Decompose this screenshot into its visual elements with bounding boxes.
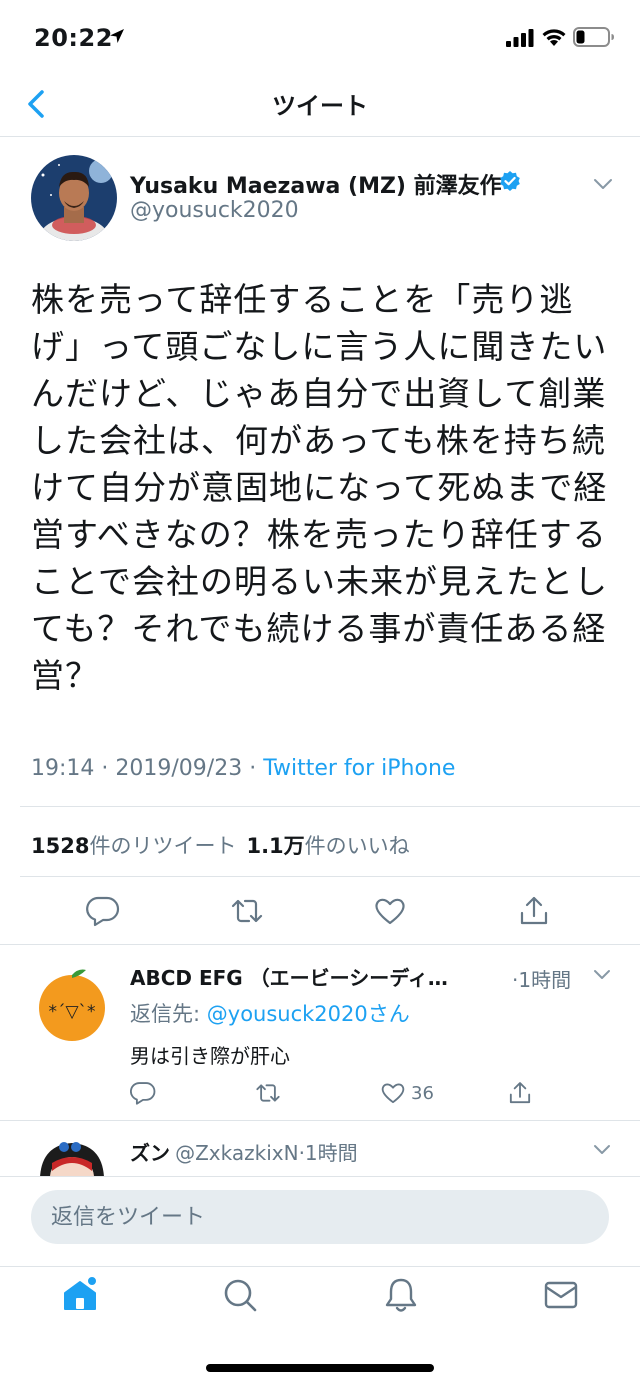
tweet-text: 株を売って辞任することを「売り逃げ」って頭ごなしに言う人に聞きたいんだけど、じゃ… (31, 280, 609, 695)
reply-avatar[interactable]: *´▽`* (34, 966, 110, 1042)
like-count: 1.1万 (246, 834, 305, 858)
header-divider (0, 136, 640, 137)
reply-input[interactable] (31, 1190, 609, 1244)
status-time: 20:22 (34, 24, 113, 52)
wifi-icon (542, 29, 566, 46)
tweet-stats: 1528件のリツイート 1.1万件のいいね (31, 830, 410, 860)
reply-to-prefix: 返信先: (130, 1002, 207, 1026)
retweet-label: 件のリツイート (89, 834, 237, 858)
retweet-stat[interactable]: 1528件のリツイート (31, 834, 236, 858)
cellular-signal-icon (506, 29, 534, 47)
location-arrow-icon (110, 29, 124, 43)
tweet-time: 19:14 (31, 756, 95, 781)
tweet-source-link[interactable]: Twitter for iPhone (263, 756, 455, 781)
search-icon[interactable] (220, 1275, 260, 1315)
reply-header: ズン @ZxkazkixN·1時間 (130, 1137, 358, 1166)
reply-icon[interactable] (86, 894, 120, 928)
share-icon[interactable] (517, 894, 551, 928)
tweet-timestamp: 19:14 · 2019/09/23 · Twitter for iPhone (31, 756, 455, 781)
reply-icon[interactable] (130, 1080, 156, 1106)
home-icon[interactable] (60, 1275, 100, 1315)
reply-author-name[interactable]: ズン (130, 1141, 170, 1165)
divider (20, 876, 640, 877)
svg-text:*´▽`*: *´▽`* (48, 1002, 95, 1022)
verified-badge-icon (500, 171, 520, 191)
chevron-down-icon[interactable] (592, 176, 614, 192)
heart-icon[interactable] (380, 1080, 406, 1106)
chevron-down-icon[interactable] (592, 968, 612, 982)
divider (20, 806, 640, 807)
reply-author-name[interactable]: ABCD EFG （エービーシーディ… (130, 962, 490, 991)
heart-icon[interactable] (373, 894, 407, 928)
meta-separator: · (242, 756, 264, 781)
reply-text: 男は引き際が肝心 (130, 1044, 290, 1068)
reply-to-line: 返信先: @yousuck2020さん (130, 998, 410, 1028)
retweet-icon[interactable] (255, 1080, 281, 1106)
mail-icon[interactable] (541, 1275, 581, 1315)
like-label: 件のいいね (304, 834, 410, 858)
reply-time: ·1時間 (298, 1141, 358, 1165)
author-avatar[interactable] (31, 155, 117, 241)
home-indicator (206, 1364, 434, 1372)
reply-tweet[interactable]: ズン @ZxkazkixN·1時間 (0, 1121, 640, 1176)
meta-separator: · (94, 756, 116, 781)
reply-to-handle-link[interactable]: @yousuck2020さん (207, 1002, 410, 1026)
reply-tweet[interactable]: *´▽`* ABCD EFG （エービーシーディ… ·1時間 返信先: @you… (0, 944, 640, 1120)
reply-author-handle[interactable]: @ZxkazkixN (175, 1141, 298, 1165)
chevron-down-icon[interactable] (592, 1143, 612, 1157)
author-handle[interactable]: @yousuck2020 (130, 198, 299, 223)
tab-bar-divider (0, 1266, 640, 1267)
battery-icon (573, 27, 614, 47)
share-icon[interactable] (507, 1080, 533, 1106)
bell-icon[interactable] (381, 1275, 421, 1315)
retweet-count: 1528 (31, 834, 90, 858)
like-stat[interactable]: 1.1万件のいいね (246, 834, 409, 858)
reply-like-count: 36 (411, 1083, 434, 1104)
page-title: ツイート (272, 92, 368, 120)
retweet-icon[interactable] (230, 894, 264, 928)
reply-avatar[interactable] (34, 1133, 110, 1176)
reply-time: ·1時間 (512, 968, 572, 992)
author-name[interactable]: Yusaku Maezawa (MZ) 前澤友作 (130, 168, 502, 200)
tweet-date: 2019/09/23 (115, 756, 243, 781)
